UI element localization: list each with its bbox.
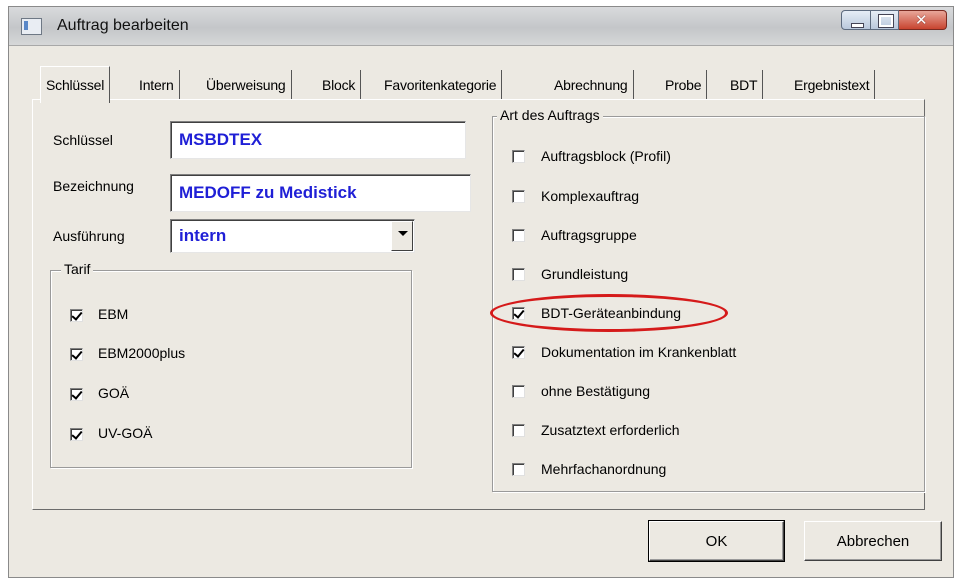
cancel-button[interactable]: Abbrechen xyxy=(804,521,942,561)
title-bar[interactable]: Auftrag bearbeiten ✕ xyxy=(9,7,953,46)
tab-ergebnistext[interactable]: Ergebnistext xyxy=(789,70,876,100)
uv-goae-checkbox[interactable] xyxy=(70,428,83,441)
uv-goae-label: UV-GOÄ xyxy=(98,425,153,441)
close-icon: ✕ xyxy=(915,12,928,29)
window-title: Auftrag bearbeiten xyxy=(57,17,189,34)
tab-intern[interactable]: Intern xyxy=(134,70,180,100)
tab-block[interactable]: Block xyxy=(317,70,362,100)
zusatztext-label: Zusatztext erforderlich xyxy=(541,422,680,438)
ebm2000plus-label: EBM2000plus xyxy=(98,345,186,361)
goae-label: GOÄ xyxy=(98,385,130,401)
mehrfachanordnung-checkbox[interactable] xyxy=(512,463,525,476)
tab-schluessel[interactable]: Schlüssel xyxy=(40,66,111,103)
grundleistung-checkbox[interactable] xyxy=(512,268,525,281)
komplexauftrag-checkbox[interactable] xyxy=(512,190,525,203)
auftragsgruppe-checkbox[interactable] xyxy=(512,229,525,242)
schluessel-input[interactable]: MSBDTEX xyxy=(170,121,466,159)
highlight-ellipse xyxy=(490,294,728,332)
grundleistung-label: Grundleistung xyxy=(541,266,629,282)
ausfuehrung-label: Ausführung xyxy=(53,228,125,244)
app-icon xyxy=(21,18,42,35)
goae-checkbox[interactable] xyxy=(70,388,83,401)
tab-ueberweisung[interactable]: Überweisung xyxy=(201,70,292,100)
auftragsblock-label: Auftragsblock (Profil) xyxy=(541,148,671,164)
ohne-bestaetigung-checkbox[interactable] xyxy=(512,385,525,398)
tab-probe[interactable]: Probe xyxy=(660,70,708,100)
ebm-label: EBM xyxy=(98,306,129,322)
mehrfachanordnung-label: Mehrfachanordnung xyxy=(541,461,667,477)
bezeichnung-input[interactable]: MEDOFF zu Medistick xyxy=(170,174,471,212)
dokumentation-checkbox[interactable] xyxy=(512,346,525,359)
tab-favoritenkategorie[interactable]: Favoritenkategorie xyxy=(379,70,503,100)
bezeichnung-label: Bezeichnung xyxy=(53,178,134,194)
dokumentation-label: Dokumentation im Krankenblatt xyxy=(541,344,737,360)
maximize-button[interactable] xyxy=(871,10,899,30)
maximize-icon xyxy=(878,14,894,28)
ok-button[interactable]: OK xyxy=(648,520,785,562)
ebm-checkbox[interactable] xyxy=(70,309,83,322)
ebm2000plus-checkbox[interactable] xyxy=(70,348,83,361)
komplexauftrag-label: Komplexauftrag xyxy=(541,188,640,204)
ausfuehrung-value: intern xyxy=(179,226,227,245)
chevron-down-icon[interactable] xyxy=(391,221,413,251)
minimize-icon xyxy=(851,23,864,28)
zusatztext-checkbox[interactable] xyxy=(512,424,525,437)
tab-abrechnung[interactable]: Abrechnung xyxy=(549,70,634,100)
close-button[interactable]: ✕ xyxy=(899,10,947,30)
schluessel-label: Schlüssel xyxy=(53,132,113,148)
auftragsblock-checkbox[interactable] xyxy=(512,150,525,163)
tab-bdt[interactable]: BDT xyxy=(725,70,764,100)
auftragsgruppe-label: Auftragsgruppe xyxy=(541,227,637,243)
art-des-auftrags-title: Art des Auftrags xyxy=(497,107,603,123)
minimize-button[interactable] xyxy=(841,10,871,30)
tarif-title: Tarif xyxy=(61,261,94,277)
ohne-bestaetigung-label: ohne Bestätigung xyxy=(541,383,650,399)
caption-buttons: ✕ xyxy=(841,10,947,32)
ausfuehrung-select[interactable]: intern xyxy=(170,219,415,253)
